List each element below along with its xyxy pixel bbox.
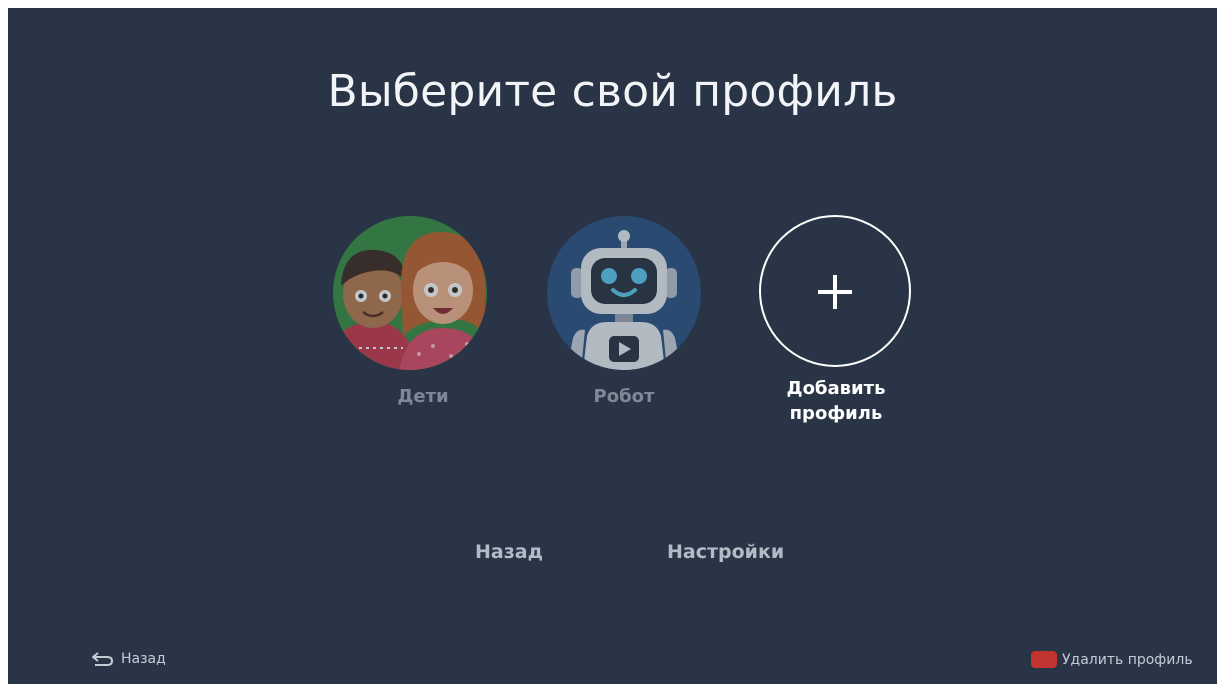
- profile-kids[interactable]: Дети: [333, 216, 544, 407]
- back-hint[interactable]: Назад: [91, 651, 166, 667]
- add-profile-label-line2: профиль: [789, 403, 883, 424]
- kids-avatar-icon: [333, 216, 487, 370]
- profile-kids-label: Дети: [397, 386, 449, 407]
- profile-robot-label: Робот: [593, 386, 655, 407]
- delete-profile-hint-label: Удалить профиль: [1062, 651, 1193, 668]
- profile-robot[interactable]: Робот: [547, 216, 717, 407]
- back-hint-label: Назад: [121, 651, 166, 667]
- add-profile-button[interactable]: Добавить профиль: [759, 215, 929, 430]
- delete-profile-hint[interactable]: Удалить профиль: [1031, 651, 1193, 668]
- add-profile-label-line1: Добавить: [786, 378, 886, 399]
- settings-menu-link[interactable]: Настройки: [667, 541, 784, 563]
- return-arrow-icon: [91, 651, 115, 667]
- profile-select-screen: Выберите свой профиль Дети Робот Добавит…: [8, 8, 1217, 684]
- back-menu-link[interactable]: Назад: [475, 541, 543, 563]
- red-button-icon: [1031, 651, 1057, 668]
- plus-icon: [759, 215, 911, 367]
- robot-avatar-icon: [547, 216, 701, 370]
- page-title: Выберите свой профиль: [327, 66, 898, 117]
